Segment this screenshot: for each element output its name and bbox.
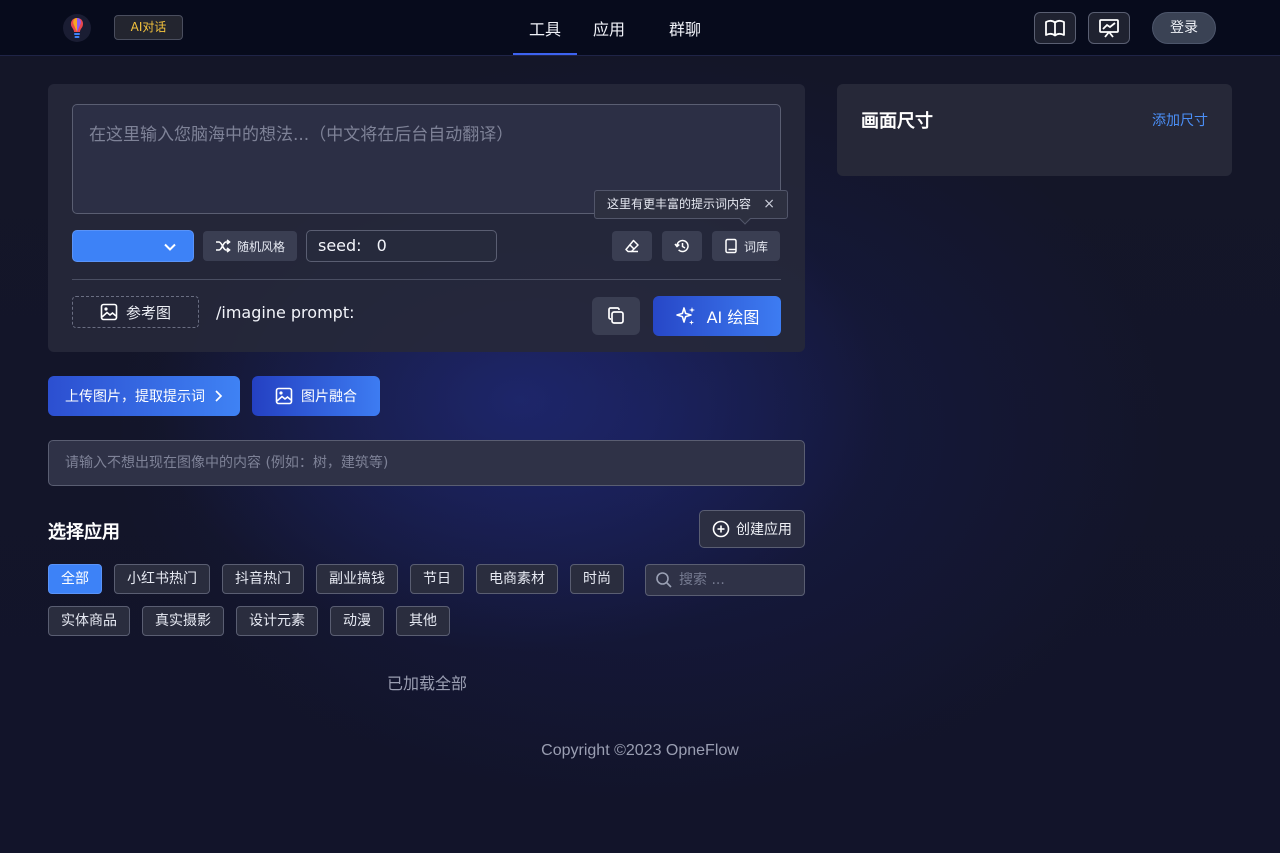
tag-real-photo[interactable]: 真实摄影	[142, 606, 224, 636]
canvas-size-panel: 画面尺寸 添加尺寸	[837, 84, 1232, 176]
image-fusion-button[interactable]: 图片融合	[252, 376, 380, 416]
random-style-button[interactable]: 随机风格	[203, 231, 297, 261]
image-icon	[100, 303, 118, 321]
book-icon	[725, 238, 737, 254]
tag-fashion[interactable]: 时尚	[570, 564, 624, 594]
select-app-title: 选择应用	[48, 522, 120, 543]
negative-prompt-input[interactable]	[48, 440, 805, 486]
chevron-down-icon	[164, 243, 176, 251]
book-icon	[1045, 20, 1065, 37]
book-button[interactable]	[1034, 12, 1076, 44]
sparkle-icon	[675, 307, 695, 325]
divider	[72, 279, 781, 280]
nav-group-chat[interactable]: 群聊	[669, 16, 701, 40]
upload-extract-button[interactable]: 上传图片，提取提示词	[48, 376, 240, 416]
tag-physical-goods[interactable]: 实体商品	[48, 606, 130, 636]
lightbulb-logo-icon[interactable]	[62, 13, 92, 43]
close-icon[interactable]: ×	[763, 191, 775, 218]
presentation-button[interactable]	[1088, 12, 1130, 44]
reference-image-button[interactable]: 参考图	[72, 296, 199, 328]
add-size-link[interactable]: 添加尺寸	[1152, 110, 1208, 130]
upload-label: 上传图片，提取提示词	[65, 389, 205, 405]
plus-circle-icon	[712, 520, 730, 538]
tag-other[interactable]: 其他	[396, 606, 450, 636]
lexicon-tooltip: 这里有更丰富的提示词内容 ×	[594, 190, 788, 225]
nav-active-indicator	[513, 53, 577, 55]
copyright-text: Copyright ©2023 OpneFlow	[541, 742, 739, 759]
copy-button[interactable]	[592, 297, 640, 335]
seed-value[interactable]: 0	[377, 236, 387, 255]
tag-anime[interactable]: 动漫	[330, 606, 384, 636]
imagine-prompt-label: /imagine prompt:	[216, 303, 355, 322]
login-button[interactable]: 登录	[1152, 12, 1216, 44]
ai-draw-label: AI 绘图	[706, 308, 760, 327]
tag-xiaohongshu[interactable]: 小红书热门	[114, 564, 210, 594]
tag-ecommerce[interactable]: 电商素材	[476, 564, 558, 594]
shuffle-icon	[215, 239, 231, 253]
loaded-all-text: 已加载全部	[387, 674, 468, 693]
tag-douyin[interactable]: 抖音热门	[222, 564, 304, 594]
canvas-size-title: 画面尺寸	[861, 111, 933, 132]
copy-icon	[608, 307, 624, 324]
ai-draw-button[interactable]: AI 绘图	[653, 296, 781, 336]
seed-label: seed:	[318, 236, 362, 255]
presentation-chart-icon	[1099, 19, 1119, 38]
nav-tools[interactable]: 工具	[529, 16, 561, 40]
chevron-right-icon	[215, 390, 223, 402]
tooltip-text: 这里有更丰富的提示词内容	[607, 197, 752, 211]
history-icon	[674, 239, 689, 253]
tag-festival[interactable]: 节日	[410, 564, 464, 594]
nav-apps[interactable]: 应用	[593, 16, 625, 40]
fusion-label: 图片融合	[301, 389, 357, 405]
eraser-icon	[625, 239, 639, 253]
random-style-label: 随机风格	[236, 239, 285, 254]
lexicon-label: 词库	[743, 239, 768, 254]
seed-field[interactable]: seed: 0	[306, 230, 497, 262]
ai-chat-button[interactable]: AI对话	[114, 15, 183, 40]
create-app-label: 创建应用	[736, 522, 792, 538]
lexicon-button[interactable]: 词库	[712, 231, 780, 261]
app-search-input[interactable]	[679, 572, 799, 588]
create-app-button[interactable]: 创建应用	[699, 510, 805, 548]
app-search-field[interactable]	[645, 564, 805, 596]
image-icon	[275, 387, 293, 405]
history-button[interactable]	[662, 231, 702, 261]
clear-button[interactable]	[612, 231, 652, 261]
search-icon	[656, 572, 672, 588]
reference-label: 参考图	[125, 303, 171, 322]
top-header: AI对话 工具 应用 群聊 登录	[0, 0, 1280, 56]
tag-design-elements[interactable]: 设计元素	[236, 606, 318, 636]
tag-all[interactable]: 全部	[48, 564, 102, 594]
style-select[interactable]	[72, 230, 194, 262]
tag-side-income[interactable]: 副业搞钱	[316, 564, 398, 594]
